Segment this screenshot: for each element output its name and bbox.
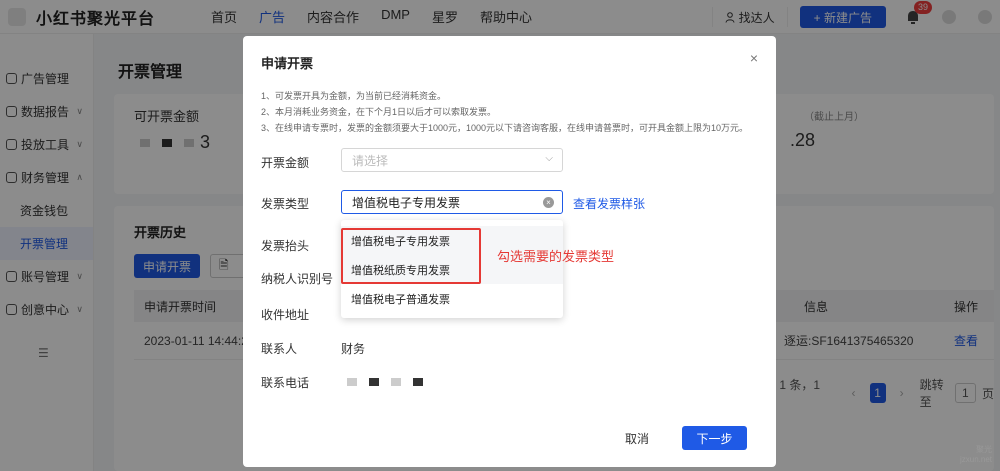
clear-icon[interactable]: ×	[543, 197, 554, 208]
highlight-box	[341, 228, 481, 284]
modal-title: 申请开票	[261, 56, 314, 71]
note-1: 1、可发票开具为金额，为当前已经消耗资金。	[261, 91, 447, 101]
taxpayer-id-label: 纳税人识别号	[261, 272, 334, 286]
close-icon[interactable]: ×	[750, 50, 758, 66]
amount-placeholder: 请选择	[352, 153, 389, 168]
cancel-button[interactable]: 取消	[607, 426, 667, 450]
chevron-down-icon: ⌵	[545, 153, 553, 164]
invoice-header-label: 发票抬头	[261, 239, 310, 253]
annotation-text: 勾选需要的发票类型	[497, 249, 615, 264]
amount-label: 开票金额	[261, 156, 310, 170]
phone-value-masked	[341, 374, 429, 388]
phone-label: 联系电话	[261, 376, 310, 390]
contact-value: 财务	[341, 342, 366, 356]
invoice-type-value: 增值税电子专用发票	[352, 195, 461, 210]
apply-invoice-modal: 申请开票 × 1、可发票开具为金额，为当前已经消耗资金。 2、本月消耗业务资金，…	[243, 36, 776, 467]
note-2: 2、本月消耗业务资金，在下个月1日以后才可以索取发票。	[261, 107, 497, 117]
address-label: 收件地址	[261, 308, 310, 322]
watermark-line-2: jzxun.net	[959, 455, 992, 464]
invoice-notes: 1、可发票开具为金额，为当前已经消耗资金。 2、本月消耗业务资金，在下个月1日以…	[261, 88, 761, 136]
next-step-button[interactable]: 下一步	[682, 426, 747, 450]
view-invoice-sample-link[interactable]: 查看发票样张	[573, 195, 645, 212]
contact-label: 联系人	[261, 342, 298, 356]
watermark-line-1: 聚光	[976, 445, 992, 454]
note-3: 3、在线申请专票时，发票的金额须要大于1000元，1000元以下请咨询客服，在线…	[261, 123, 749, 133]
amount-select[interactable]: 请选择 ⌵	[341, 148, 563, 172]
watermark: 聚光 jzxun.net	[960, 445, 992, 465]
invoice-type-label: 发票类型	[261, 197, 310, 211]
option-electronic-normal[interactable]: 增值税电子普通发票	[341, 284, 563, 313]
invoice-type-select[interactable]: 增值税电子专用发票 ×	[341, 190, 563, 214]
